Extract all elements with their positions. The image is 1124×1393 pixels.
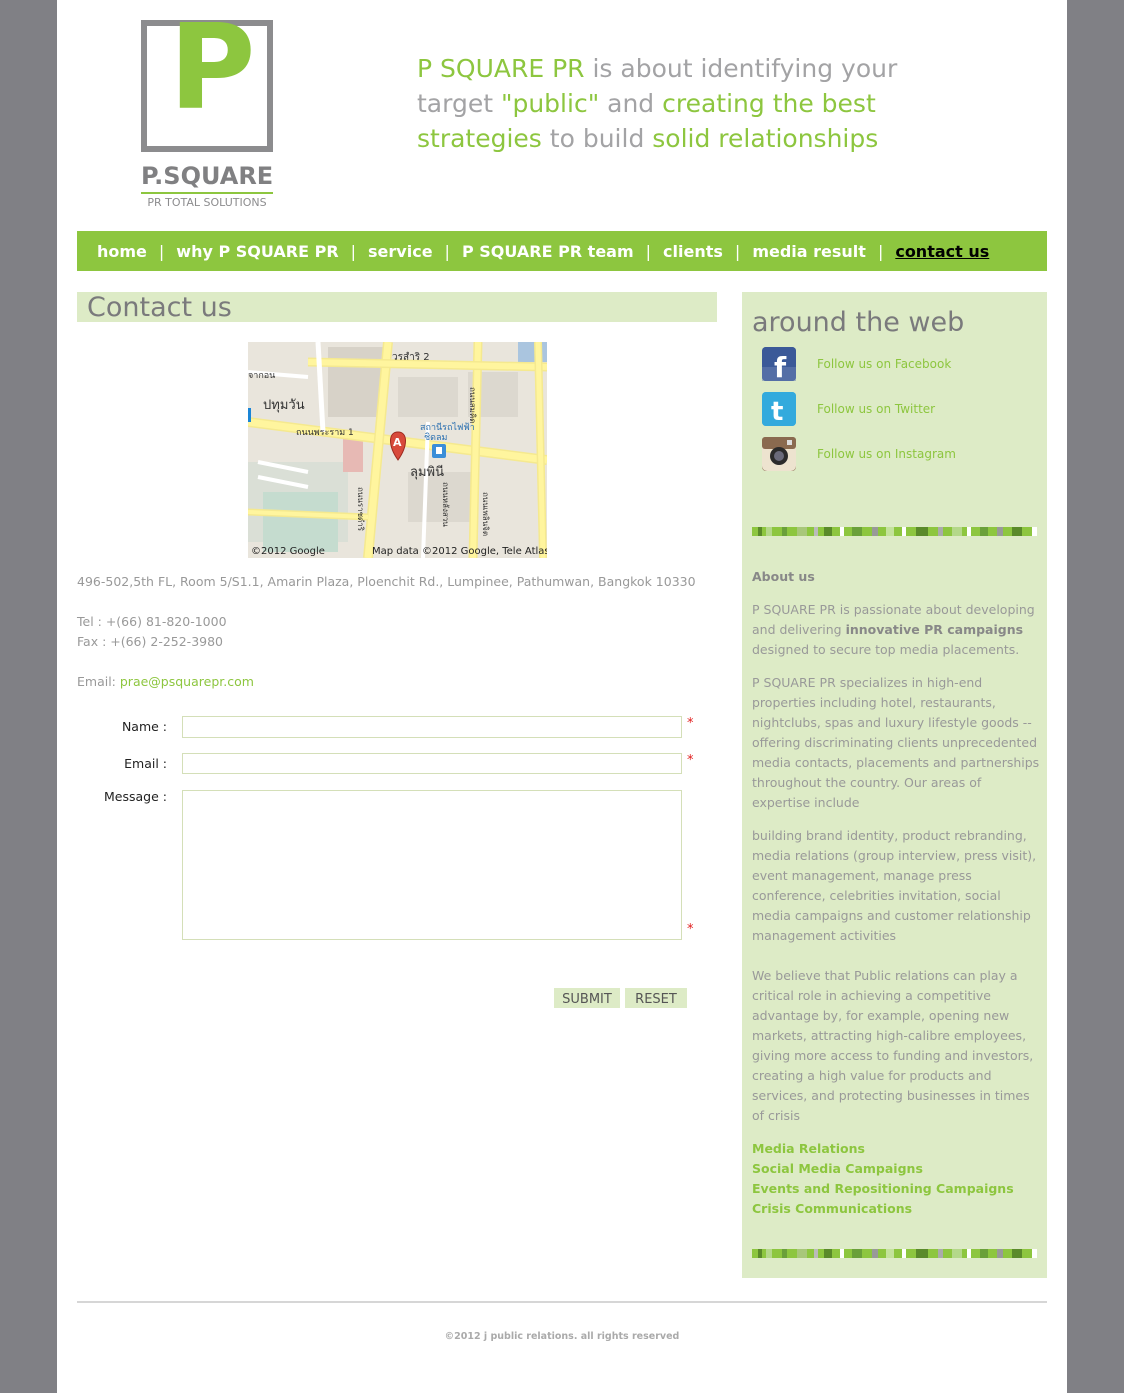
headline-segment: "public": [500, 89, 600, 118]
sidebar-title: around the web: [752, 307, 965, 338]
map-data-credit: Map data ©2012 Google, Tele Atlas: [372, 546, 547, 557]
nav-separator: |: [734, 241, 741, 261]
facebook-link[interactable]: Follow us on Facebook: [817, 357, 951, 371]
nav-separator: |: [158, 241, 165, 261]
headline-segment: strategies: [417, 124, 542, 153]
map-label: สถานีรถไฟฟ้า: [420, 422, 475, 433]
contact-address: 496-502,5th FL, Room 5/S1.1, Amarin Plaz…: [77, 574, 696, 589]
about-emphasis: innovative PR campaigns: [845, 622, 1024, 637]
map-graphic: วรสำริ 2 ปทุมวัน ถนนพระราม 1 สถานีรถไฟฟ้…: [248, 342, 547, 558]
social-facebook[interactable]: f Follow us on Facebook: [762, 347, 1042, 384]
map-label: ถนนเพลินจิต: [481, 492, 490, 536]
headline-line-2: target "public" and creating the best: [417, 86, 937, 121]
social-twitter[interactable]: t Follow us on Twitter: [762, 392, 1042, 428]
header-tagline: P SQUARE PR is about identifying your ta…: [417, 51, 937, 156]
nav-list: home | why P SQUARE PR | service | P SQUARE…: [77, 231, 1047, 271]
nav-item-home[interactable]: home: [97, 242, 147, 261]
page-title-bar: Contact us: [77, 292, 717, 323]
link-media-relations[interactable]: Media Relations: [752, 1141, 865, 1156]
logo-rule: [141, 192, 273, 194]
instagram-icon: [762, 437, 796, 471]
nav-separator: |: [444, 241, 450, 261]
nav-separator: |: [350, 241, 357, 261]
email-field-label: Email :: [124, 756, 167, 771]
nav-item-contact-us[interactable]: contact us: [895, 242, 989, 261]
twitter-icon: t: [762, 392, 796, 427]
nav-item-team[interactable]: P SQUARE PR team: [462, 242, 634, 261]
about-paragraph-2: P SQUARE PR specializes in high-end prop…: [752, 675, 1040, 810]
nav-item-service[interactable]: service: [368, 242, 433, 261]
headline-segment: and: [599, 89, 663, 118]
map-label: ถนนพระราม 1: [296, 428, 354, 438]
site-logo[interactable]: P P.SQUARE PR TOTAL SOLUTIONS: [141, 8, 274, 210]
sidebar: around the web f Follow us on Facebook t…: [742, 292, 1047, 1278]
contact-tel: Tel : +(66) 81-820-1000: [77, 614, 227, 629]
link-crisis[interactable]: Crisis Communications: [752, 1201, 912, 1216]
headline-segment: P SQUARE PR: [417, 54, 585, 83]
message-label: Message :: [104, 789, 167, 804]
headline-segment: is about identifying your: [584, 54, 898, 83]
about-paragraph-4: We believe that Public relations can pla…: [752, 968, 1034, 1123]
main-nav: home | why P SQUARE PR | service | P SQUARE…: [77, 231, 1047, 271]
map-label: ถนนหลังสวน: [441, 482, 450, 527]
email-label: Email:: [77, 674, 120, 689]
headline-segment: to build: [541, 124, 653, 153]
about-paragraph-1: P SQUARE PR is passionate about developi…: [752, 600, 1042, 660]
map-label: ชิดลม: [424, 432, 447, 443]
map-label: ลุมพินี: [410, 464, 444, 480]
email-input[interactable]: [182, 753, 682, 774]
logo-brand: P.SQUARE: [141, 162, 274, 190]
headline-segment: target: [417, 89, 501, 118]
email-link[interactable]: prae@psquarepr.com: [120, 674, 254, 689]
name-label: Name :: [121, 719, 167, 734]
map-marker-label: A: [393, 436, 402, 449]
facebook-icon: f: [762, 347, 796, 384]
link-events[interactable]: Events and Repositioning Campaigns: [752, 1181, 1014, 1196]
nav-separator: |: [645, 241, 652, 261]
decorative-stripe: [752, 1249, 1037, 1258]
about-text: designed to secure top media placements.: [752, 642, 1020, 657]
required-mark: *: [687, 753, 694, 768]
decorative-stripe: [752, 527, 1037, 536]
map-label: ถนนสมคิด: [468, 387, 477, 423]
submit-button[interactable]: SUBMIT: [554, 988, 620, 1008]
page: P P.SQUARE PR TOTAL SOLUTIONS P SQUARE P…: [57, 0, 1067, 1393]
logo-tagline: PR TOTAL SOLUTIONS: [147, 196, 267, 209]
map-label: ปทุมวัน: [263, 398, 305, 413]
nav-item-media-result[interactable]: media result: [752, 242, 866, 261]
nav-item-why[interactable]: why P SQUARE PR: [176, 242, 338, 261]
map-label: จากอน: [248, 371, 275, 381]
svg-text:t: t: [771, 397, 783, 426]
social-instagram[interactable]: Follow us on Instagram: [762, 437, 1042, 473]
page-title: Contact us: [87, 292, 232, 323]
about-paragraph-3: building brand identity, product rebrand…: [752, 828, 1037, 943]
location-map[interactable]: วรสำริ 2 ปทุมวัน ถนนพระราม 1 สถานีรถไฟฟ้…: [248, 342, 547, 558]
required-mark: *: [687, 716, 694, 731]
map-label: ถนนราชดำริ: [356, 487, 365, 532]
map-label: วรสำริ 2: [392, 352, 430, 363]
headline-segment: solid relationships: [652, 124, 879, 153]
map-copyright: ©2012 Google: [251, 546, 325, 557]
nav-separator: |: [877, 241, 884, 261]
message-textarea[interactable]: [182, 790, 682, 940]
contact-fax: Fax : +(66) 2-252-3980: [77, 634, 224, 649]
about-heading: About us: [752, 569, 815, 584]
svg-text:f: f: [774, 351, 787, 381]
required-mark: *: [687, 922, 694, 937]
instagram-link[interactable]: Follow us on Instagram: [817, 447, 956, 461]
link-social-media[interactable]: Social Media Campaigns: [752, 1161, 923, 1176]
contact-email: Email: prae@psquarepr.com: [77, 674, 254, 689]
reset-button[interactable]: RESET: [625, 988, 687, 1008]
headline-line-3: strategies to build solid relationships: [417, 121, 937, 156]
footer-divider: [77, 1301, 1047, 1303]
nav-item-clients[interactable]: clients: [663, 242, 723, 261]
footer-copyright: ©2012 j public relations. all rights res…: [444, 1331, 680, 1342]
twitter-link[interactable]: Follow us on Twitter: [817, 402, 935, 416]
logo-letter: P: [169, 0, 256, 136]
name-input[interactable]: [182, 716, 682, 738]
headline-segment: creating the best: [662, 89, 876, 118]
headline-line-1: P SQUARE PR is about identifying your: [417, 51, 937, 86]
